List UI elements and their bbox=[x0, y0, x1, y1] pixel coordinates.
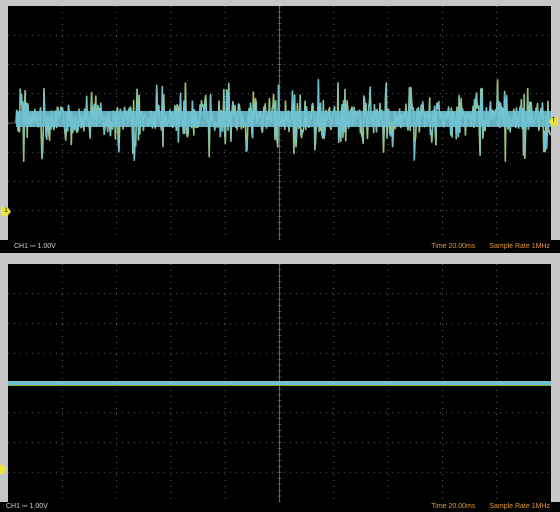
waveform-plot-top bbox=[8, 6, 551, 240]
time-per-div-label-bottom: Time 20.00ms bbox=[431, 503, 476, 510]
status-bar-bottom: CH1 ⎓ 1.00V Time 20.00ms Sample Rate 1MH… bbox=[0, 502, 560, 512]
waveform-display-top bbox=[8, 6, 551, 240]
channel1-ground-marker-bottom[interactable] bbox=[0, 465, 6, 474]
flat-signal-trace bbox=[8, 381, 551, 385]
status-bar-top: CH1 ⎓ 1.00V Time 20.00ms Sample Rate 1MH… bbox=[0, 240, 560, 253]
scope-panel-top: 1 T CH1 ⎓ 1.00V Time 20.00ms Sample Rate… bbox=[0, 0, 560, 253]
channel-scale-label: CH1 ⎓ 1.00V bbox=[14, 243, 56, 250]
channel-scale-label-bottom: CH1 ⎓ 1.00V bbox=[6, 503, 48, 510]
waveform-plot-bottom bbox=[8, 264, 551, 502]
timebase-info: Time 20.00ms Sample Rate 1MHz bbox=[419, 240, 550, 253]
timebase-info-bottom: Time 20.00ms Sample Rate 1MHz bbox=[419, 502, 550, 512]
sample-rate-label-bottom: Sample Rate 1MHz bbox=[489, 503, 550, 510]
waveform-display-bottom bbox=[8, 264, 551, 502]
time-per-div-label: Time 20.00ms bbox=[431, 243, 476, 250]
sample-rate-label: Sample Rate 1MHz bbox=[489, 243, 550, 250]
signal-core bbox=[16, 111, 551, 127]
scope-panel-bottom: CH1 ⎓ 1.00V Time 20.00ms Sample Rate 1MH… bbox=[0, 258, 560, 512]
